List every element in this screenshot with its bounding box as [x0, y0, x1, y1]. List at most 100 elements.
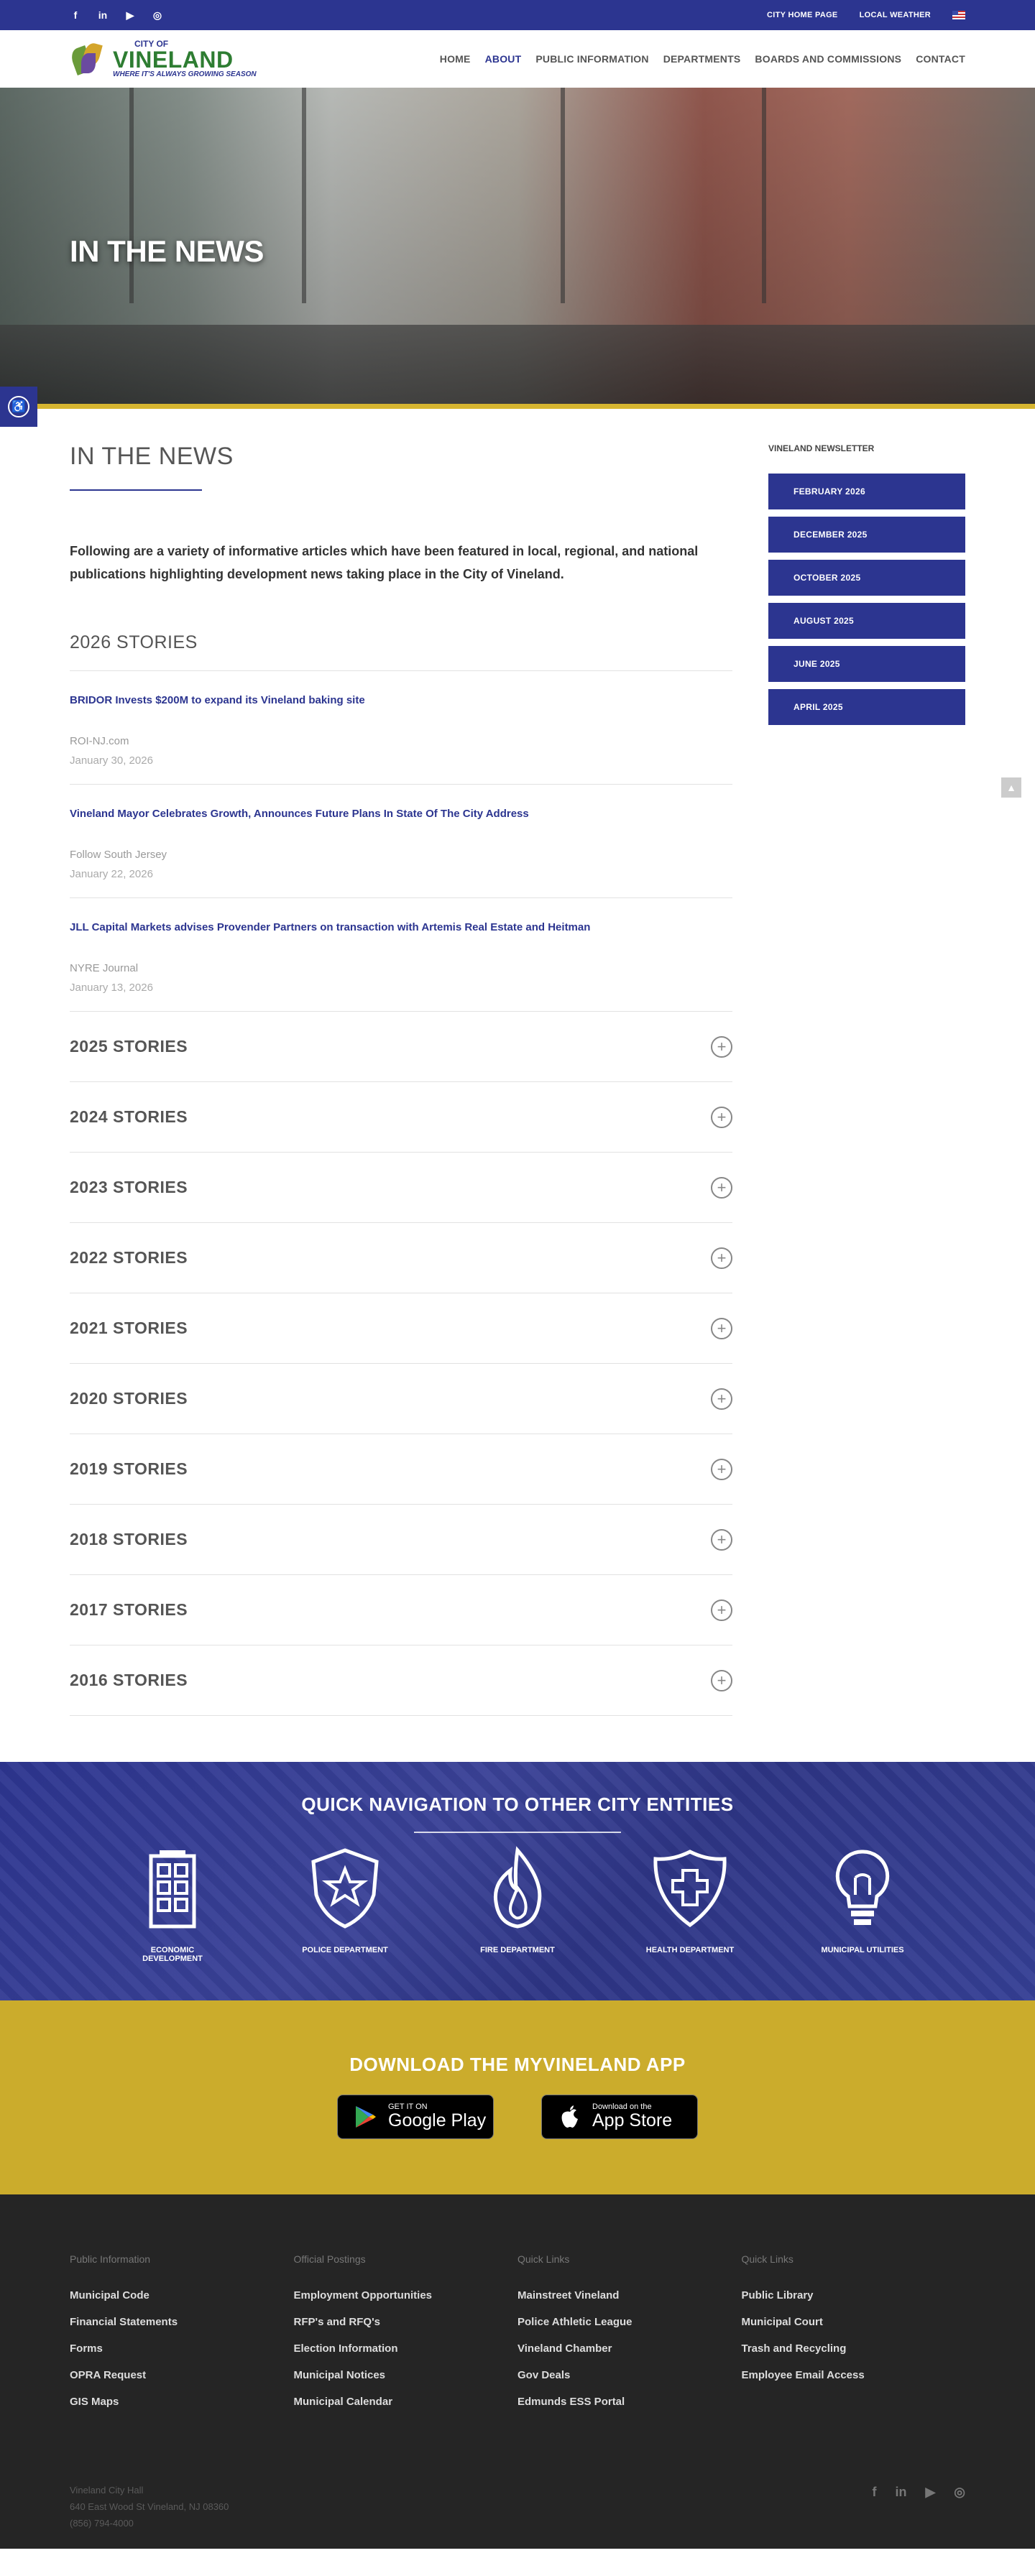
story-source: ROI-NJ.com	[70, 735, 129, 747]
footer-link[interactable]: RFP's and RFQ's	[294, 2316, 518, 2328]
newsletter-august-2025[interactable]: AUGUST 2025	[768, 603, 965, 639]
accordion-label: 2023 STORIES	[70, 1178, 188, 1196]
us-flag-icon[interactable]	[952, 11, 965, 19]
newsletter-december-2025[interactable]: DECEMBER 2025	[768, 517, 965, 553]
nav-about[interactable]: ABOUT	[485, 53, 522, 65]
entity-label: POLICE DEPARTMENT	[302, 1946, 388, 1954]
entity-fire-department[interactable]: FIRE DEPARTMENT	[467, 1845, 568, 1963]
app-store-text: Download on the App Store	[592, 2102, 672, 2131]
accordion-2022[interactable]: 2022 STORIES +	[70, 1223, 732, 1293]
footer-link[interactable]: Employee Email Access	[742, 2369, 966, 2381]
hero-window-frame	[302, 88, 306, 303]
footer-link[interactable]: Election Information	[294, 2342, 518, 2355]
plus-circle-icon: +	[711, 1669, 732, 1691]
footer-address: Vineland City Hall 640 East Wood St Vine…	[70, 2482, 229, 2531]
local-weather-link[interactable]: LOCAL WEATHER	[860, 11, 931, 19]
accordion-label: 2018 STORIES	[70, 1530, 188, 1548]
story-date: January 13, 2026	[70, 982, 153, 994]
footer-link[interactable]: Forms	[70, 2342, 294, 2355]
city-home-page-link[interactable]: CITY HOME PAGE	[767, 11, 838, 19]
footer-link[interactable]: Municipal Calendar	[294, 2396, 518, 2408]
newsletter-october-2025[interactable]: OCTOBER 2025	[768, 560, 965, 596]
hero-banner: IN THE NEWS	[0, 88, 1035, 404]
entity-health-department[interactable]: HEALTH DEPARTMENT	[640, 1845, 740, 1963]
entity-police-department[interactable]: POLICE DEPARTMENT	[295, 1845, 395, 1963]
newsletter-april-2025[interactable]: APRIL 2025	[768, 689, 965, 725]
entity-label: HEALTH DEPARTMENT	[645, 1946, 735, 1954]
accordion-2018[interactable]: 2018 STORIES +	[70, 1505, 732, 1575]
linkedin-icon[interactable]: in	[97, 9, 109, 21]
sidebar-title: VINELAND NEWSLETTER	[768, 443, 875, 453]
newsletter-february-2026[interactable]: FEBRUARY 2026	[768, 474, 965, 509]
hero-accent-bar	[0, 404, 1035, 409]
accordion-2025[interactable]: 2025 STORIES +	[70, 1012, 732, 1082]
youtube-icon[interactable]: ▶	[124, 9, 136, 22]
story-date: January 30, 2026	[70, 754, 153, 767]
instagram-icon[interactable]: ◎	[152, 9, 163, 22]
nav-departments[interactable]: DEPARTMENTS	[663, 53, 741, 65]
footer-link[interactable]: Police Athletic League	[518, 2316, 742, 2328]
entity-municipal-utilities[interactable]: MUNICIPAL UTILITIES	[812, 1845, 913, 1963]
story-title-link[interactable]: Vineland Mayor Celebrates Growth, Announ…	[70, 808, 732, 820]
footer-link[interactable]: Mainstreet Vineland	[518, 2289, 742, 2302]
main-nav: HOME ABOUT PUBLIC INFORMATION DEPARTMENT…	[440, 53, 965, 65]
accordion-2024[interactable]: 2024 STORIES +	[70, 1082, 732, 1153]
footer-link[interactable]: GIS Maps	[70, 2396, 294, 2408]
flame-icon	[493, 1846, 542, 1929]
address-line: 640 East Wood St Vineland, NJ 08360	[70, 2501, 229, 2512]
footer-column-heading: Official Postings	[293, 2253, 366, 2265]
footer-link[interactable]: Vineland Chamber	[518, 2342, 742, 2355]
footer-link[interactable]: Employment Opportunities	[294, 2289, 518, 2302]
site-logo[interactable]: CITY OF VINELAND WHERE IT'S ALWAYS GROWI…	[68, 40, 257, 78]
footer-column-quick-links-2: Quick Links Public Library Municipal Cou…	[742, 2253, 966, 2422]
entity-label: MUNICIPAL UTILITIES	[821, 1946, 904, 1954]
accessibility-button[interactable]: ♿	[0, 387, 37, 427]
nav-public-information[interactable]: PUBLIC INFORMATION	[535, 53, 648, 65]
youtube-icon[interactable]: ▶	[925, 2485, 935, 2500]
footer-link[interactable]: Municipal Notices	[294, 2369, 518, 2381]
footer-link[interactable]: Financial Statements	[70, 2316, 294, 2328]
address-line: Vineland City Hall	[70, 2485, 144, 2496]
footer-link[interactable]: Public Library	[742, 2289, 966, 2302]
logo-text: CITY OF VINELAND WHERE IT'S ALWAYS GROWI…	[113, 40, 257, 78]
footer-link[interactable]: Municipal Court	[742, 2316, 966, 2328]
app-store-button[interactable]: Download on the App Store	[541, 2095, 698, 2139]
police-badge-icon	[311, 1848, 379, 1929]
story-title-link[interactable]: BRIDOR Invests $200M to expand its Vinel…	[70, 694, 732, 706]
accordion-label: 2021 STORIES	[70, 1319, 188, 1337]
utility-links: CITY HOME PAGE LOCAL WEATHER	[767, 11, 965, 19]
google-play-button[interactable]: GET IT ON Google Play	[337, 2095, 494, 2139]
accordion-2023[interactable]: 2023 STORIES +	[70, 1153, 732, 1223]
accordion-2017[interactable]: 2017 STORIES +	[70, 1575, 732, 1645]
quick-navigation: QUICK NAVIGATION TO OTHER CITY ENTITIES …	[0, 1762, 1035, 2000]
current-year-heading: 2026 STORIES	[70, 632, 732, 671]
instagram-icon[interactable]: ◎	[954, 2485, 965, 2500]
logo-vineland: VINELAND	[113, 47, 234, 73]
facebook-icon[interactable]: f	[70, 9, 81, 21]
accordion-2020[interactable]: 2020 STORIES +	[70, 1364, 732, 1434]
accordion-2019[interactable]: 2019 STORIES +	[70, 1434, 732, 1505]
accordion-2021[interactable]: 2021 STORIES +	[70, 1293, 732, 1364]
newsletter-june-2025[interactable]: JUNE 2025	[768, 646, 965, 682]
linkedin-icon[interactable]: in	[895, 2485, 906, 2500]
nav-home[interactable]: HOME	[440, 53, 471, 65]
entity-list: ECONOMIC DEVELOPMENT POLICE DEPARTMENT F…	[0, 1845, 1035, 1963]
scroll-to-top-button[interactable]: ▲	[1001, 777, 1021, 798]
accessibility-icon: ♿	[8, 396, 29, 417]
footer-link[interactable]: Gov Deals	[518, 2369, 742, 2381]
accordion-2016[interactable]: 2016 STORIES +	[70, 1645, 732, 1716]
nav-boards-and-commissions[interactable]: BOARDS AND COMMISSIONS	[755, 53, 901, 65]
footer-columns: Public Information Municipal Code Financ…	[70, 2253, 965, 2422]
footer-link[interactable]: Trash and Recycling	[742, 2342, 966, 2355]
footer-link[interactable]: Edmunds ESS Portal	[518, 2396, 742, 2408]
footer-link[interactable]: OPRA Request	[70, 2369, 294, 2381]
plus-circle-icon: +	[711, 1458, 732, 1480]
plus-circle-icon: +	[711, 1317, 732, 1339]
story-title-link[interactable]: JLL Capital Markets advises Provender Pa…	[70, 921, 732, 933]
entity-economic-development[interactable]: ECONOMIC DEVELOPMENT	[122, 1845, 223, 1963]
nav-contact[interactable]: CONTACT	[916, 53, 965, 65]
footer-link[interactable]: Municipal Code	[70, 2289, 294, 2302]
plus-circle-icon: +	[711, 1528, 732, 1551]
hero-window-frame	[561, 88, 565, 303]
facebook-icon[interactable]: f	[872, 2485, 876, 2500]
